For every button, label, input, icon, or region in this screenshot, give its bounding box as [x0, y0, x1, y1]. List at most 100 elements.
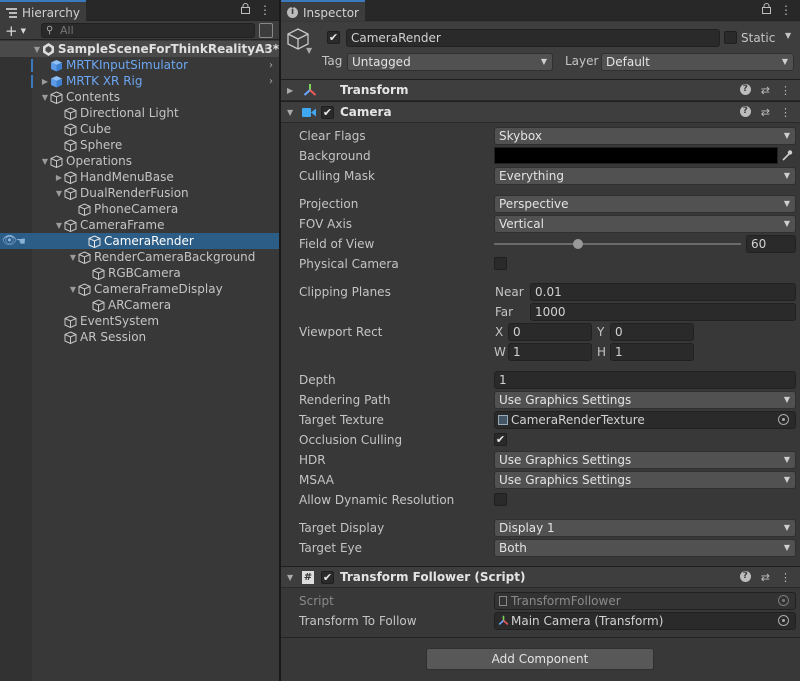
- presets-icon[interactable]: ⇄: [761, 84, 770, 97]
- clear-flags-dropdown[interactable]: Skybox ▼: [494, 127, 796, 145]
- target-eye-dropdown[interactable]: Both ▼: [494, 539, 796, 557]
- add-component-button[interactable]: Add Component: [426, 648, 654, 670]
- expand-arrow-icon[interactable]: ▼: [32, 45, 42, 54]
- chevron-right-icon[interactable]: ›: [269, 76, 273, 87]
- create-dropdown-button[interactable]: + ▼: [5, 21, 26, 40]
- hierarchy-item-directional-light[interactable]: Directional Light: [0, 105, 279, 121]
- expand-arrow-icon[interactable]: ▼: [54, 189, 64, 198]
- presets-icon[interactable]: ⇄: [761, 571, 770, 584]
- expand-arrow-icon[interactable]: ▼: [40, 157, 50, 166]
- icon-dropdown-caret-icon[interactable]: ▼: [306, 46, 312, 55]
- gameobject-icon: [50, 154, 63, 168]
- field-of-view-input[interactable]: 60: [746, 235, 796, 253]
- hierarchy-item-camera-frame-display[interactable]: ▼ CameraFrameDisplay: [0, 281, 279, 297]
- hierarchy-item-phone-camera[interactable]: PhoneCamera: [0, 201, 279, 217]
- hierarchy-item-ar-camera[interactable]: ARCamera: [0, 297, 279, 313]
- layer-dropdown[interactable]: Default ▼: [601, 53, 794, 71]
- transform-component-header[interactable]: ▶ Transform ? ⇄ ⋮: [281, 79, 800, 101]
- rendering-path-dropdown[interactable]: Use Graphics Settings ▼: [494, 391, 796, 409]
- static-dropdown-icon[interactable]: ▼: [785, 31, 791, 40]
- pickable-hand-icon[interactable]: ☚: [16, 235, 26, 248]
- expand-arrow-icon[interactable]: ▼: [68, 285, 78, 294]
- camera-component-header[interactable]: ▼ ✔ Camera ? ⇄ ⋮: [281, 101, 800, 123]
- hierarchy-item-sphere[interactable]: Sphere: [0, 137, 279, 153]
- hierarchy-item-ar-session[interactable]: AR Session: [0, 329, 279, 345]
- hierarchy-item-camera-render[interactable]: 👁 ☚ CameraRender: [0, 233, 279, 249]
- search-filter-button[interactable]: [259, 23, 273, 38]
- viewport-y-input[interactable]: 0: [610, 323, 694, 341]
- object-name-field[interactable]: CameraRender: [346, 29, 720, 47]
- camera-enabled-checkbox[interactable]: ✔: [321, 106, 334, 119]
- visibility-eye-icon[interactable]: 👁: [2, 233, 17, 247]
- help-icon[interactable]: ?: [739, 105, 751, 117]
- object-picker-icon[interactable]: [778, 615, 789, 626]
- hierarchy-item-camera-frame[interactable]: ▼ CameraFrame: [0, 217, 279, 233]
- transform-follower-enabled-checkbox[interactable]: ✔: [321, 571, 334, 584]
- hierarchy-item-event-system[interactable]: EventSystem: [0, 313, 279, 329]
- hierarchy-tab[interactable]: Hierarchy: [0, 0, 87, 21]
- component-menu-icon[interactable]: ⋮: [780, 106, 791, 119]
- far-clip-input[interactable]: 1000: [530, 303, 796, 321]
- collapse-arrow-icon[interactable]: ▼: [287, 573, 293, 582]
- hierarchy-search-input[interactable]: ⚲ All: [41, 23, 255, 38]
- viewport-x-input[interactable]: 0: [508, 323, 592, 341]
- expand-arrow-icon[interactable]: ▶: [40, 77, 50, 86]
- expand-arrow-icon[interactable]: ▶: [54, 173, 64, 182]
- collapse-arrow-icon[interactable]: ▼: [287, 108, 293, 117]
- tag-dropdown[interactable]: Untagged ▼: [347, 53, 553, 71]
- background-color-swatch[interactable]: [494, 147, 778, 164]
- active-checkbox[interactable]: ✔: [327, 31, 340, 44]
- hierarchy-item-rgb-camera[interactable]: RGBCamera: [0, 265, 279, 281]
- transform-to-follow-field[interactable]: Main Camera (Transform): [494, 612, 796, 630]
- occlusion-culling-checkbox[interactable]: ✔: [494, 433, 507, 446]
- viewport-w-input[interactable]: 1: [508, 343, 592, 361]
- target-texture-field[interactable]: CameraRenderTexture: [494, 411, 796, 429]
- panel-menu-icon[interactable]: ⋮: [780, 3, 792, 17]
- expand-arrow-icon[interactable]: ▼: [68, 253, 78, 262]
- collapse-arrow-icon[interactable]: ▶: [287, 86, 293, 95]
- allow-dynamic-resolution-checkbox[interactable]: [494, 493, 507, 506]
- target-eye-value: Both: [499, 541, 527, 555]
- scene-menu-icon[interactable]: ⋮: [261, 44, 271, 55]
- slider-knob[interactable]: [572, 239, 583, 249]
- help-icon[interactable]: ?: [739, 570, 751, 582]
- target-display-dropdown[interactable]: Display 1 ▼: [494, 519, 796, 537]
- presets-icon[interactable]: ⇄: [761, 106, 770, 119]
- static-checkbox[interactable]: [724, 31, 737, 44]
- field-of-view-slider[interactable]: [494, 234, 741, 254]
- hierarchy-item-contents[interactable]: ▼ Contents: [0, 89, 279, 105]
- hierarchy-item-hand-menu-base[interactable]: ▶ HandMenuBase: [0, 169, 279, 185]
- fov-axis-dropdown[interactable]: Vertical ▼: [494, 215, 796, 233]
- hierarchy-item-render-camera-background[interactable]: ▼ RenderCameraBackground: [0, 249, 279, 265]
- lock-icon[interactable]: [762, 3, 771, 14]
- transform-follower-component-header[interactable]: ▼ # ✔ Transform Follower (Script) ? ⇄ ⋮: [281, 566, 800, 588]
- object-picker-icon[interactable]: [778, 414, 789, 425]
- help-icon[interactable]: ?: [739, 83, 751, 95]
- scene-row[interactable]: ▼ SampleSceneForThinkRealityA3* ⋮: [0, 41, 279, 57]
- culling-mask-dropdown[interactable]: Everything ▼: [494, 167, 796, 185]
- hierarchy-item-mrtk-input-simulator[interactable]: MRTKInputSimulator ›: [0, 57, 279, 73]
- projection-dropdown[interactable]: Perspective ▼: [494, 195, 796, 213]
- component-menu-icon[interactable]: ⋮: [780, 84, 791, 97]
- hierarchy-item-mrtk-xr-rig[interactable]: ▶ MRTK XR Rig ›: [0, 73, 279, 89]
- camera-icon: [302, 107, 316, 117]
- panel-menu-icon[interactable]: ⋮: [259, 3, 271, 17]
- eyedropper-icon[interactable]: [781, 149, 793, 162]
- hierarchy-item-cube[interactable]: Cube: [0, 121, 279, 137]
- msaa-dropdown[interactable]: Use Graphics Settings ▼: [494, 471, 796, 489]
- hdr-dropdown[interactable]: Use Graphics Settings ▼: [494, 451, 796, 469]
- chevron-right-icon[interactable]: ›: [269, 60, 273, 71]
- viewport-h-input[interactable]: 1: [610, 343, 694, 361]
- component-menu-icon[interactable]: ⋮: [780, 571, 791, 584]
- depth-input[interactable]: 1: [494, 371, 796, 389]
- object-picker-icon: [778, 595, 789, 606]
- lock-icon[interactable]: [241, 3, 250, 14]
- hierarchy-item-dual-render-fusion[interactable]: ▼ DualRenderFusion: [0, 185, 279, 201]
- expand-arrow-icon[interactable]: ▼: [40, 93, 50, 102]
- expand-arrow-icon[interactable]: ▼: [54, 221, 64, 230]
- near-clip-input[interactable]: 0.01: [530, 283, 796, 301]
- inspector-tab[interactable]: i Inspector: [281, 0, 365, 21]
- hierarchy-item-operations[interactable]: ▼ Operations: [0, 153, 279, 169]
- physical-camera-checkbox[interactable]: [494, 257, 507, 270]
- static-label: Static: [741, 31, 776, 45]
